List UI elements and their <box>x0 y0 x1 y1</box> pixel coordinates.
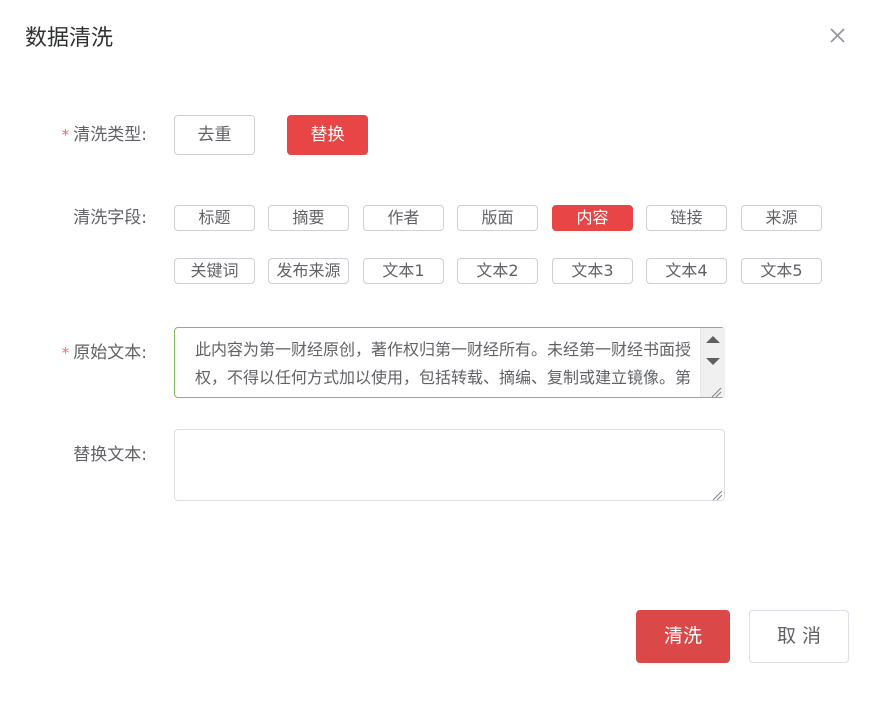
resize-grip-icon[interactable] <box>711 486 723 501</box>
field-layout-button[interactable]: 版面 <box>457 205 538 231</box>
scroll-up-arrow-icon[interactable] <box>706 336 720 343</box>
field-summary-button[interactable]: 摘要 <box>268 205 349 231</box>
original-text-label-text: 原始文本: <box>73 343 147 363</box>
clean-type-replace-button[interactable]: 替换 <box>287 115 368 155</box>
required-mark: * <box>61 126 70 144</box>
required-mark: * <box>61 344 70 362</box>
field-text2-button[interactable]: 文本2 <box>457 258 538 284</box>
field-text3-button[interactable]: 文本3 <box>552 258 633 284</box>
resize-grip-icon[interactable] <box>710 383 722 398</box>
dialog-title: 数据清洗 <box>25 26 114 51</box>
field-content-button[interactable]: 内容 <box>552 205 633 231</box>
close-icon[interactable] <box>826 24 848 46</box>
field-keywords-button[interactable]: 关键词 <box>174 258 255 284</box>
clean-type-dedupe-button[interactable]: 去重 <box>174 115 255 155</box>
data-clean-dialog: 数据清洗 * 清洗类型: 去重 替换 清洗字段: 标题 摘要 作者 版面 内容 链… <box>0 0 871 727</box>
clean-button[interactable]: 清洗 <box>636 610 730 663</box>
original-text-label: * 原始文本: <box>0 341 147 365</box>
field-text5-button[interactable]: 文本5 <box>741 258 822 284</box>
field-link-button[interactable]: 链接 <box>646 205 727 231</box>
field-title-button[interactable]: 标题 <box>174 205 255 231</box>
cancel-button[interactable]: 取 消 <box>749 610 849 663</box>
field-text4-button[interactable]: 文本4 <box>646 258 727 284</box>
clean-fields-label: 清洗字段: <box>73 208 147 228</box>
clean-type-label-text: 清洗类型: <box>73 125 147 145</box>
field-publish-source-button[interactable]: 发布来源 <box>268 258 349 284</box>
original-text-textarea[interactable]: 此内容为第一财经原创，著作权归第一财经所有。未经第一财经书面授权，不得以任何方式… <box>174 327 725 398</box>
scroll-down-arrow-icon[interactable] <box>706 358 720 365</box>
clean-type-label: * 清洗类型: <box>0 123 147 147</box>
field-author-button[interactable]: 作者 <box>363 205 444 231</box>
field-text1-button[interactable]: 文本1 <box>363 258 444 284</box>
replace-text-textarea[interactable] <box>174 429 725 501</box>
replace-text-label: 替换文本: <box>73 445 147 465</box>
field-source-button[interactable]: 来源 <box>741 205 822 231</box>
